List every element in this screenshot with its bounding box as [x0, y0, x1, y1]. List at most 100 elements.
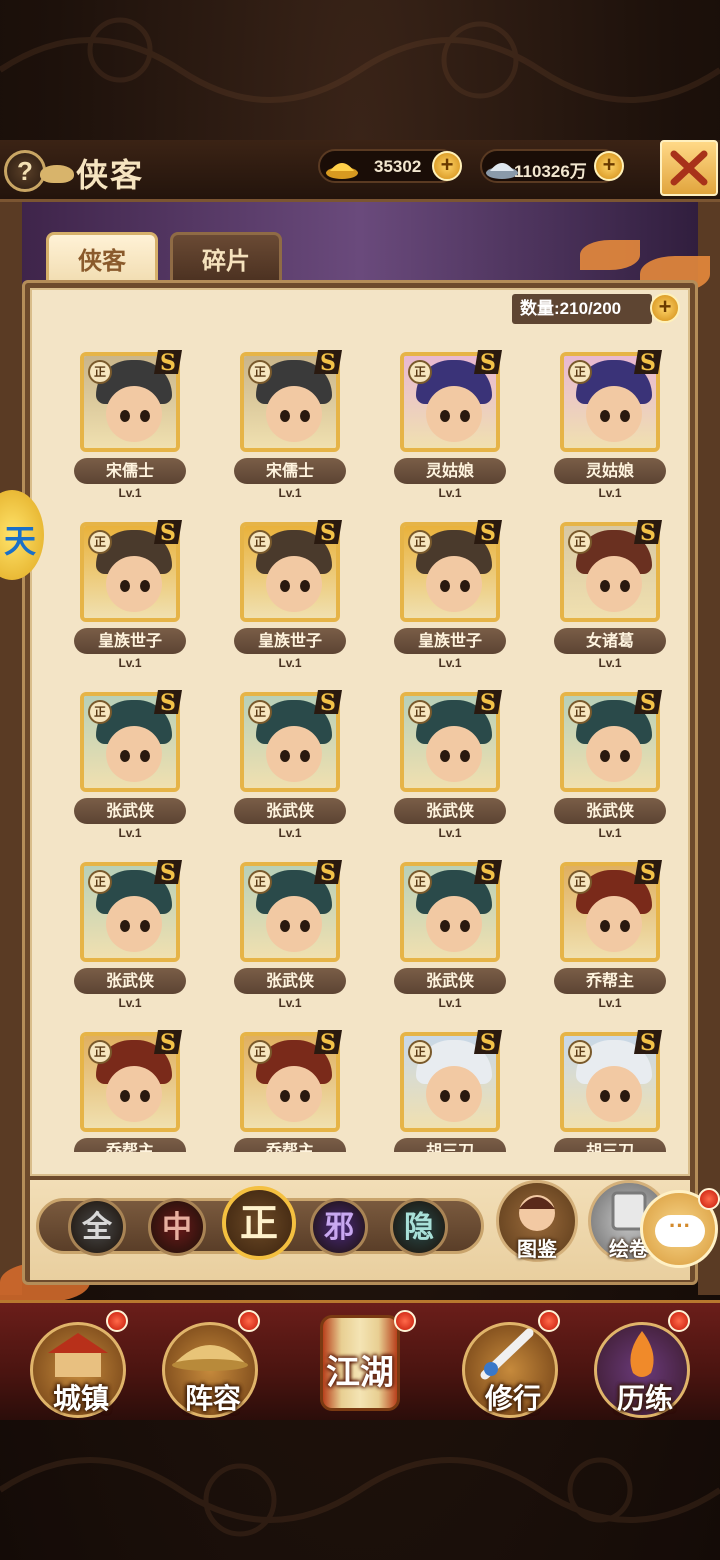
grade-s-icon: S	[314, 520, 342, 546]
grade-label: S	[320, 350, 336, 376]
straw-hat-icon	[172, 1345, 248, 1371]
codex-button[interactable]: 图鉴	[496, 1180, 578, 1262]
hero-card[interactable]: 正 S 张武侠 Lv.1	[70, 860, 190, 1022]
hero-eye	[460, 920, 470, 932]
nav-town[interactable]: 城镇	[30, 1322, 126, 1418]
hero-card[interactable]: 正 S 胡三刀	[550, 1030, 670, 1152]
grade-s-icon: S	[474, 1030, 502, 1056]
hero-level: Lv.1	[118, 996, 142, 1010]
grade-s-icon: S	[634, 520, 662, 546]
hero-name: 张武侠	[234, 798, 346, 824]
hero-card[interactable]: 正 S 乔帮主 Lv.1	[550, 860, 670, 1022]
hero-eye	[140, 1090, 150, 1102]
grade-s-icon: S	[634, 860, 662, 886]
hero-eye	[600, 410, 610, 422]
close-button[interactable]	[660, 140, 718, 196]
hero-card[interactable]: 正 S 张武侠 Lv.1	[230, 690, 350, 852]
faction-badge: 正	[408, 700, 432, 724]
hero-eye	[620, 580, 630, 592]
hero-card[interactable]: 正 S 张武侠 Lv.1	[390, 690, 510, 852]
hero-card[interactable]: 正 S 张武侠 Lv.1	[230, 860, 350, 1022]
add-gold-button[interactable]: +	[432, 151, 462, 181]
filter-hidden[interactable]: 隐	[390, 1198, 448, 1256]
grade-label: S	[640, 1030, 656, 1056]
tab-heroes[interactable]: 侠客	[46, 232, 158, 284]
faction-badge: 正	[408, 360, 432, 384]
hero-level: Lv.1	[438, 826, 462, 840]
hero-name: 张武侠	[74, 798, 186, 824]
hero-face	[586, 1066, 642, 1122]
faction-badge: 正	[568, 530, 592, 554]
faction-badge: 正	[408, 1040, 432, 1064]
filter-evil[interactable]: 邪	[310, 1198, 368, 1256]
grade-s-icon: S	[314, 860, 342, 886]
faction-badge: 正	[88, 1040, 112, 1064]
expand-capacity-button[interactable]: +	[650, 293, 680, 323]
grade-s-icon: S	[154, 350, 182, 376]
grade-s-icon: S	[314, 1030, 342, 1056]
hero-card[interactable]: 正 S 女诸葛 Lv.1	[550, 520, 670, 682]
add-silver-button[interactable]: +	[594, 151, 624, 181]
nav-train-label: 历练	[616, 1382, 673, 1415]
filter-righteous[interactable]: 正	[222, 1186, 296, 1260]
hero-level: Lv.1	[278, 656, 302, 670]
hero-name: 胡三刀	[394, 1138, 506, 1152]
tab-shards[interactable]: 碎片	[170, 232, 282, 284]
grade-s-icon: S	[474, 350, 502, 376]
grade-label: S	[480, 1030, 496, 1056]
grade-s-icon: S	[314, 690, 342, 716]
faction-badge: 正	[568, 700, 592, 724]
hero-card[interactable]: 正 S 张武侠 Lv.1	[70, 690, 190, 852]
hero-level: Lv.1	[278, 996, 302, 1010]
filter-neutral[interactable]: 中	[148, 1198, 206, 1256]
hero-card[interactable]: 正 S 皇族世子 Lv.1	[390, 520, 510, 682]
hero-face	[586, 556, 642, 612]
hero-avatar-icon	[519, 1195, 555, 1231]
grade-s-icon: S	[634, 350, 662, 376]
hero-card[interactable]: 正 S 乔帮主	[70, 1030, 190, 1152]
hero-card[interactable]: 正 S 胡三刀	[390, 1030, 510, 1152]
hero-card[interactable]: 正 S 灵姑娘 Lv.1	[550, 350, 670, 512]
hero-eye	[280, 410, 290, 422]
hero-face	[266, 726, 322, 782]
nav-train[interactable]: 历练	[594, 1322, 690, 1418]
hero-card[interactable]: 正 S 宋儒士 Lv.1	[230, 350, 350, 512]
cultivate-notification-dot	[538, 1310, 560, 1332]
faction-badge: 正	[248, 530, 272, 554]
faction-badge: 正	[88, 530, 112, 554]
grade-label: S	[160, 520, 176, 546]
grade-label: S	[320, 860, 336, 886]
left-wall	[0, 195, 22, 1295]
grade-s-icon: S	[154, 520, 182, 546]
grade-s-icon: S	[634, 1030, 662, 1056]
hero-face	[426, 896, 482, 952]
hero-face	[586, 896, 642, 952]
hero-count: 数量:210/200	[512, 294, 652, 324]
hero-face	[266, 1066, 322, 1122]
hero-card[interactable]: 正 S 皇族世子 Lv.1	[230, 520, 350, 682]
close-swords-icon	[670, 150, 708, 186]
hero-name: 张武侠	[394, 968, 506, 994]
hero-eye	[300, 920, 310, 932]
hero-card[interactable]: 正 S 灵姑娘 Lv.1	[390, 350, 510, 512]
game-screen: ? 侠客 35302 + 110326万 + 侠客 碎片 数量:210/200 …	[0, 0, 720, 1560]
hero-card[interactable]: 正 S 宋儒士 Lv.1	[70, 350, 190, 512]
nav-cultivate[interactable]: 修行	[462, 1322, 558, 1418]
hero-eye	[140, 750, 150, 762]
filter-all[interactable]: 全	[68, 1198, 126, 1256]
hero-name: 张武侠	[554, 798, 666, 824]
hero-level: Lv.1	[278, 486, 302, 500]
nav-town-label: 城镇	[52, 1382, 109, 1415]
hero-eye	[120, 1090, 130, 1102]
silver-amount: 110326万	[514, 162, 587, 181]
hero-card[interactable]: 正 S 张武侠 Lv.1	[390, 860, 510, 1022]
hero-card[interactable]: 正 S 皇族世子 Lv.1	[70, 520, 190, 682]
hero-card[interactable]: 正 S 乔帮主	[230, 1030, 350, 1152]
grade-label: S	[640, 690, 656, 716]
faction-badge: 正	[248, 870, 272, 894]
nav-lineup[interactable]: 阵容	[162, 1322, 258, 1418]
hero-face	[426, 386, 482, 442]
hero-card[interactable]: 正 S 张武侠 Lv.1	[550, 690, 670, 852]
hero-eye	[300, 580, 310, 592]
grade-label: S	[640, 860, 656, 886]
